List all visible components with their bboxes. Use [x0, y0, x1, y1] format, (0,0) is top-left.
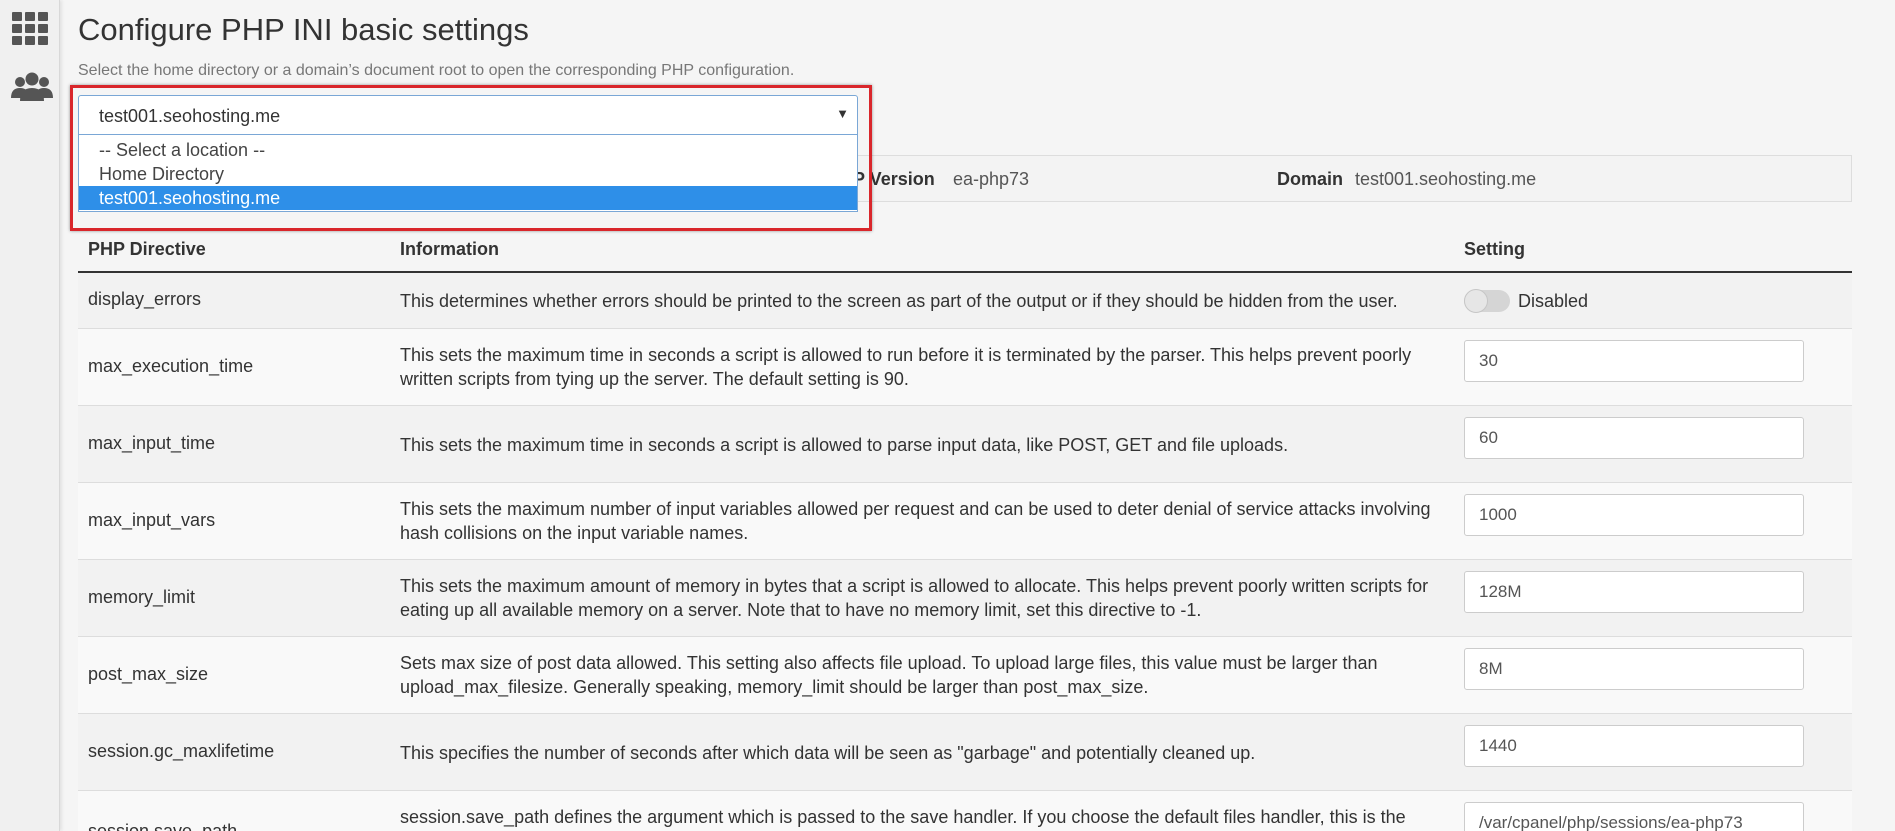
table-row: max_input_vars This sets the maximum num…	[78, 483, 1852, 560]
domain-value: test001.seohosting.me	[1355, 169, 1537, 189]
domain-label: Domain	[1277, 169, 1344, 189]
setting-cell: Disabled	[1464, 289, 1589, 314]
caret-down-icon: ▼	[836, 106, 849, 121]
directive-name: post_max_size	[88, 664, 209, 684]
sidebar	[0, 0, 60, 831]
option-home-directory[interactable]: Home Directory	[79, 162, 857, 186]
directive-info: This specifies the number of seconds aft…	[400, 743, 1256, 763]
setting-cell	[1464, 648, 1804, 690]
table-row: max_execution_time This sets the maximum…	[78, 329, 1852, 406]
directive-info: This sets the maximum time in seconds a …	[400, 345, 1412, 389]
display-errors-toggle[interactable]	[1464, 289, 1510, 314]
directive-info: This determines whether errors should be…	[400, 291, 1398, 311]
toggle-label: Disabled	[1518, 290, 1589, 311]
directive-name: max_execution_time	[88, 356, 254, 376]
setting-cell	[1464, 417, 1804, 459]
page-title: Configure PHP INI basic settings	[78, 12, 529, 47]
toggle-knob	[1464, 289, 1488, 314]
table-row: session.save_path session.save_path defi…	[78, 791, 1852, 831]
header-information: Information	[400, 239, 499, 259]
directive-name: max_input_time	[88, 433, 216, 453]
memory-limit-input[interactable]	[1464, 571, 1804, 613]
setting-cell	[1464, 340, 1804, 382]
max-input-vars-input[interactable]	[1464, 494, 1804, 536]
directive-info: Sets max size of post data allowed. This…	[400, 653, 1378, 697]
directive-name: max_input_vars	[88, 510, 216, 530]
table-row: display_errors This determines whether e…	[78, 273, 1852, 329]
header-setting: Setting	[1464, 239, 1525, 259]
post-max-size-input[interactable]	[1464, 648, 1804, 690]
setting-cell	[1464, 571, 1804, 613]
table-header: PHP Directive Information Setting	[78, 228, 1852, 273]
setting-cell	[1464, 725, 1804, 767]
directive-info: session.save_path defines the argument w…	[400, 807, 1406, 827]
directive-name: session.save_path	[88, 821, 238, 831]
grid-icon[interactable]	[10, 10, 50, 46]
header-directive: PHP Directive	[88, 239, 206, 259]
session-save-path-input[interactable]	[1464, 802, 1804, 831]
directive-name: memory_limit	[88, 587, 196, 607]
table-row: max_input_time This sets the maximum tim…	[78, 406, 1852, 483]
table-row: post_max_size Sets max size of post data…	[78, 637, 1852, 714]
table-row: memory_limit This sets the maximum amoun…	[78, 560, 1852, 637]
session-gc-maxlifetime-input[interactable]	[1464, 725, 1804, 767]
location-select[interactable]: test001.seohosting.me ▼	[78, 95, 858, 135]
directive-name: session.gc_maxlifetime	[88, 741, 275, 761]
directive-info: This sets the maximum time in seconds a …	[400, 435, 1289, 455]
setting-cell	[1464, 494, 1804, 536]
users-icon[interactable]	[10, 70, 53, 106]
option-domain[interactable]: test001.seohosting.me	[79, 186, 857, 210]
directive-info: This sets the maximum amount of memory i…	[400, 576, 1429, 620]
max-input-time-input[interactable]	[1464, 417, 1804, 459]
php-version-value: ea-php73	[953, 169, 1030, 189]
location-select-value: test001.seohosting.me	[99, 106, 281, 126]
directive-info: This sets the maximum number of input va…	[400, 499, 1431, 543]
php-version-label: P Version	[853, 169, 935, 189]
setting-cell	[1464, 802, 1804, 831]
location-dropdown: -- Select a location -- Home Directory t…	[78, 135, 858, 212]
option-select-location[interactable]: -- Select a location --	[79, 138, 857, 162]
directive-name: display_errors	[88, 289, 202, 309]
max-execution-time-input[interactable]	[1464, 340, 1804, 382]
table-row: session.gc_maxlifetime This specifies th…	[78, 714, 1852, 791]
page-description: Select the home directory or a domain’s …	[78, 62, 795, 79]
directives-table: PHP Directive Information Setting displa…	[78, 228, 1852, 831]
